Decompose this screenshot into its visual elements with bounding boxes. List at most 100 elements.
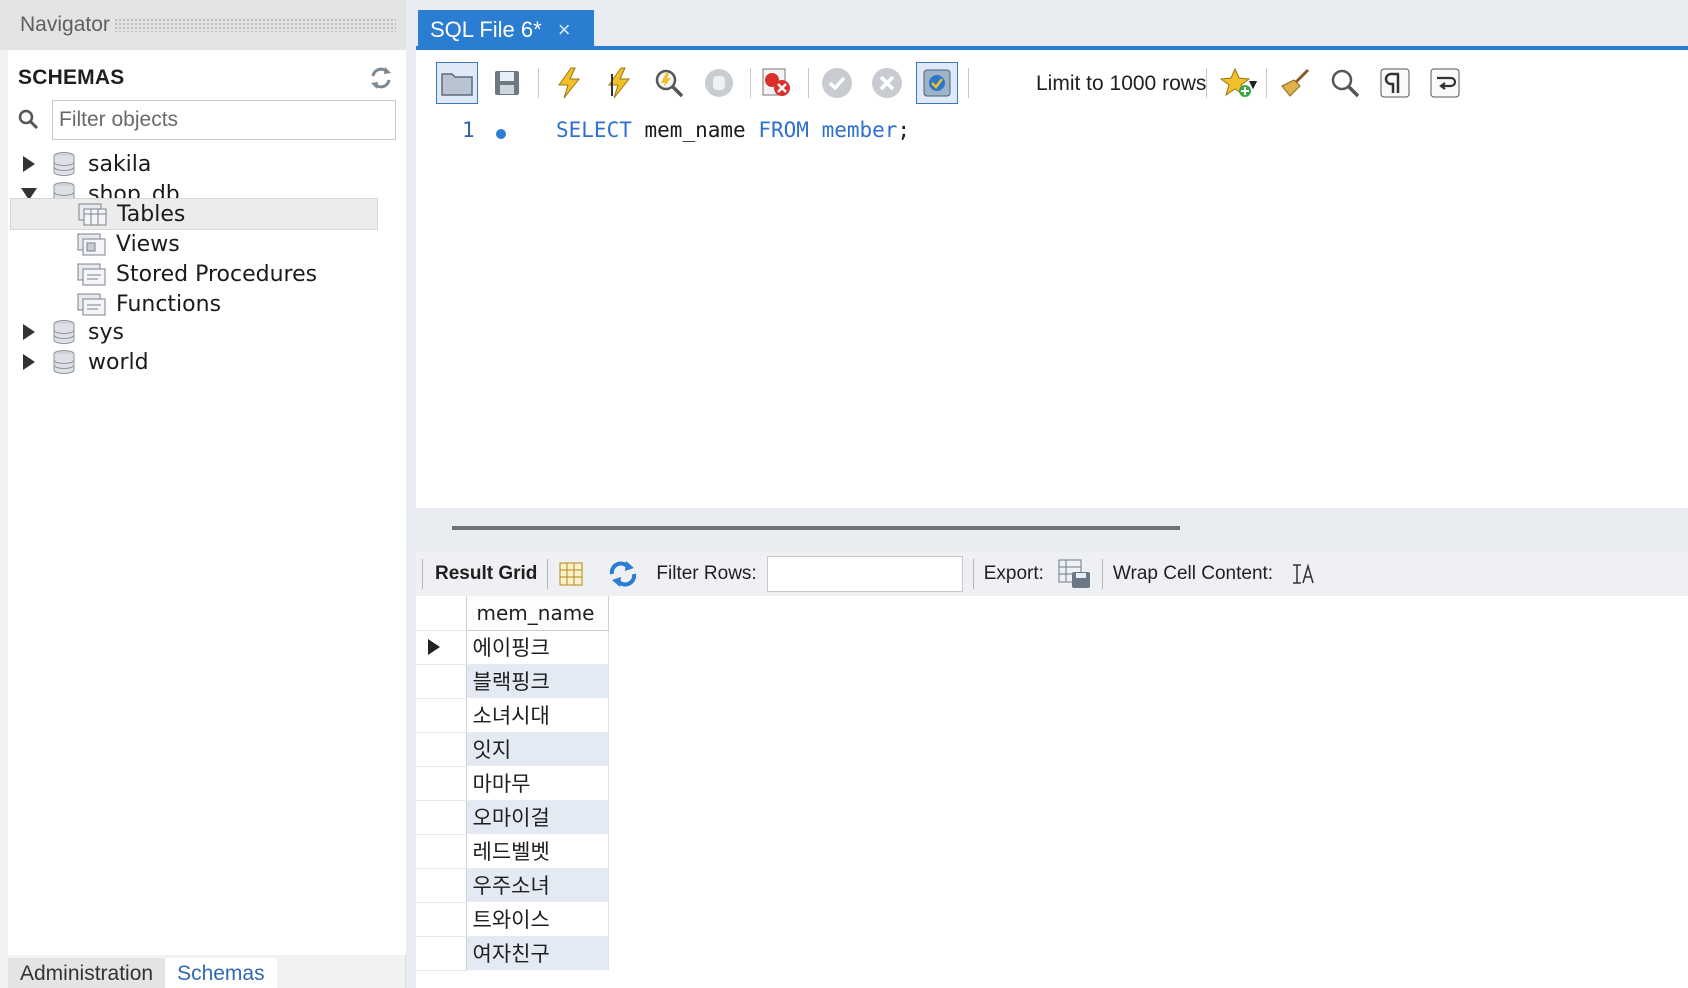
cancel-icon xyxy=(872,68,902,98)
row-selector[interactable] xyxy=(416,902,467,937)
table-cell[interactable]: 블랙핑크 xyxy=(466,664,609,698)
table-cell[interactable]: 우주소녀 xyxy=(466,868,609,902)
table-cell[interactable]: 트와이스 xyxy=(466,902,609,936)
grid-layout-icon[interactable] xyxy=(558,561,584,587)
row-selector[interactable] xyxy=(416,766,467,801)
tree-item-sys[interactable]: sys xyxy=(20,316,124,348)
stop-button[interactable] xyxy=(698,62,740,104)
row-selector[interactable] xyxy=(416,936,467,971)
expand-arrow-icon[interactable] xyxy=(20,353,38,371)
tree-item-tables[interactable]: Tables xyxy=(10,198,378,230)
broom-icon xyxy=(1281,68,1310,97)
tree-item-sakila[interactable]: sakila xyxy=(20,148,151,180)
folder-icon xyxy=(441,73,473,96)
procedure-folder-icon xyxy=(77,263,106,286)
add-snippet-button[interactable] xyxy=(1216,62,1258,104)
table-cell[interactable]: 오마이걸 xyxy=(466,800,609,834)
table-cell[interactable]: 에이핑크 xyxy=(466,630,609,664)
table-cell[interactable]: 마마무 xyxy=(466,766,609,800)
table-folder-icon xyxy=(78,203,107,226)
table-row[interactable]: 오마이걸 xyxy=(416,800,609,835)
row-selector[interactable] xyxy=(416,834,467,869)
schemas-title: SCHEMAS xyxy=(18,66,125,89)
table-row[interactable]: 잇지 xyxy=(416,732,609,767)
table-row[interactable]: 여자친구 xyxy=(416,936,609,971)
autocommit-toggle-button[interactable] xyxy=(916,62,958,104)
table-row[interactable]: 트와이스 xyxy=(416,902,609,937)
filter-objects-input[interactable] xyxy=(52,100,396,140)
schemas-bar: SCHEMAS xyxy=(18,60,396,96)
wrap-cell-label: Wrap Cell Content: xyxy=(1112,563,1274,584)
horizontal-scrollbar[interactable] xyxy=(452,526,1180,530)
table-cell[interactable]: 소녀시대 xyxy=(466,698,609,732)
result-table: mem_name 에이핑크 블랙핑크 소녀시대 잇지 마마무 오마이걸 레드벨벳… xyxy=(416,596,609,971)
row-selector[interactable] xyxy=(416,698,467,733)
filter-row xyxy=(16,98,396,142)
beautify-button[interactable] xyxy=(1274,62,1316,104)
rollback-button[interactable] xyxy=(866,62,908,104)
sql-toolbar: Limit to 1000 rows ▼ xyxy=(416,54,1688,114)
tab-sql-file[interactable]: SQL File 6* × xyxy=(418,10,594,50)
toggle-stop-on-error-button[interactable] xyxy=(756,62,798,104)
toggle-invisibles-button[interactable] xyxy=(1374,62,1416,104)
refresh-icon[interactable] xyxy=(606,560,640,588)
refresh-icon[interactable] xyxy=(366,63,396,93)
export-label: Export: xyxy=(983,563,1044,584)
table-row[interactable]: 마마무 xyxy=(416,766,609,801)
row-selector-header[interactable] xyxy=(416,596,467,631)
toggle-wrap-button[interactable] xyxy=(1424,62,1466,104)
check-icon xyxy=(822,68,852,98)
line-number: 1 xyxy=(462,118,475,142)
table-row[interactable]: 에이핑크 xyxy=(416,630,609,665)
sql-keyword: SELECT xyxy=(556,118,632,142)
lightning-cursor-icon xyxy=(608,67,631,99)
tab-result-grid[interactable]: Result Grid xyxy=(427,563,537,585)
table-cell[interactable]: 여자친구 xyxy=(466,936,609,970)
navigator-panel: Navigator SCHEMAS Filter objects sakila … xyxy=(0,0,406,988)
export-icon[interactable] xyxy=(1058,558,1092,590)
row-selector[interactable] xyxy=(416,868,467,903)
commit-button[interactable] xyxy=(816,62,858,104)
table-row[interactable]: 블랙핑크 xyxy=(416,664,609,699)
row-selector[interactable] xyxy=(416,664,467,699)
expand-arrow-icon[interactable] xyxy=(20,323,38,341)
navigator-grip[interactable] xyxy=(113,18,396,32)
row-selector[interactable] xyxy=(416,800,467,835)
database-icon xyxy=(53,320,75,344)
execute-current-button[interactable] xyxy=(598,62,640,104)
result-grid: mem_name 에이핑크 블랙핑크 소녀시대 잇지 마마무 오마이걸 레드벨벳… xyxy=(416,596,1688,988)
table-cell[interactable]: 잇지 xyxy=(466,732,609,766)
column-header-mem-name[interactable]: mem_name xyxy=(466,596,609,631)
sql-editor[interactable]: 1 SELECT mem_name FROM member; xyxy=(416,114,1688,508)
stop-on-error-icon xyxy=(762,68,790,96)
save-button[interactable] xyxy=(486,62,528,104)
table-cell[interactable]: 레드벨벳 xyxy=(466,834,609,868)
limit-rows-label: Limit to 1000 rows xyxy=(1036,72,1207,95)
table-row[interactable]: 레드벨벳 xyxy=(416,834,609,869)
explain-button[interactable] xyxy=(648,62,690,104)
table-row[interactable]: 소녀시대 xyxy=(416,698,609,733)
tab-administration[interactable]: Administration xyxy=(8,958,166,988)
editor-result-splitter[interactable] xyxy=(416,508,1688,552)
expand-arrow-icon[interactable] xyxy=(20,155,38,173)
save-icon xyxy=(495,71,519,95)
tree-item-stored-procedures[interactable]: Stored Procedures xyxy=(76,258,317,290)
wrap-text-icon[interactable] xyxy=(1291,562,1315,586)
filter-rows-input[interactable] xyxy=(766,556,963,592)
row-selector[interactable] xyxy=(416,732,467,767)
tab-schemas[interactable]: Schemas xyxy=(165,958,277,988)
tree-item-label: Views xyxy=(116,231,180,257)
table-row[interactable]: 우주소녀 xyxy=(416,868,609,903)
search-icon xyxy=(1331,69,1360,98)
tree-item-label: Tables xyxy=(117,201,186,227)
open-file-button[interactable] xyxy=(436,62,478,104)
tree-item-world[interactable]: world xyxy=(20,346,149,378)
tree-item-label: Functions xyxy=(116,291,222,317)
find-button[interactable] xyxy=(1324,62,1366,104)
row-selector[interactable] xyxy=(416,630,467,665)
sql-statement[interactable]: SELECT mem_name FROM member; xyxy=(556,118,910,142)
tree-item-views[interactable]: Views xyxy=(76,228,180,260)
execute-button[interactable] xyxy=(548,62,590,104)
close-icon[interactable]: × xyxy=(558,17,571,43)
sql-keyword: FROM xyxy=(758,118,809,142)
